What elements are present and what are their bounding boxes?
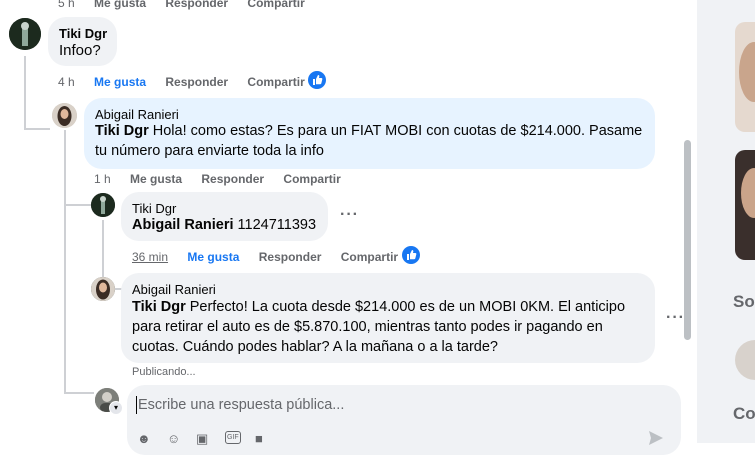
- mention-tag[interactable]: Abigail Ranieri: [132, 217, 234, 233]
- avatar-icon: [91, 277, 115, 301]
- comment-time[interactable]: 36 min: [132, 250, 168, 264]
- like-button[interactable]: Me gusta: [94, 0, 146, 10]
- comment-bubble: Abigail Ranieri Tiki Dgr Hola! como esta…: [84, 98, 655, 169]
- reply-input[interactable]: Escribe una respuesta pública...: [138, 395, 344, 415]
- reply-button[interactable]: Responder: [201, 172, 264, 186]
- like-button[interactable]: Me gusta: [130, 172, 182, 186]
- thread-line: [64, 130, 66, 392]
- reply-button[interactable]: Responder: [165, 75, 228, 89]
- reply-button[interactable]: Responder: [165, 0, 228, 10]
- stickers-icon[interactable]: ■: [255, 431, 263, 446]
- share-button[interactable]: Compartir: [247, 0, 304, 10]
- comment-time[interactable]: 5 h: [58, 0, 75, 10]
- avatar[interactable]: [52, 103, 77, 128]
- comment-time[interactable]: 1 h: [94, 172, 111, 186]
- reply-composer[interactable]: Escribe una respuesta pública... ☻ ☺ ▣ G…: [127, 385, 681, 455]
- like-icon[interactable]: [308, 71, 326, 89]
- thread-line: [64, 392, 94, 394]
- comment-author[interactable]: Abigail Ranieri: [132, 282, 216, 297]
- gif-icon[interactable]: GIF: [225, 431, 241, 444]
- avatar[interactable]: [91, 193, 115, 217]
- text-cursor: [136, 396, 137, 414]
- avatar[interactable]: [91, 277, 115, 301]
- comment-bubble: Tiki Dgr Infoo?: [48, 17, 117, 66]
- thread-line: [64, 204, 92, 206]
- reply-button[interactable]: Responder: [259, 250, 322, 264]
- sidebar-heading: So: [733, 292, 755, 311]
- comment-actions: 1 h Me gusta Responder Compartir: [94, 172, 357, 186]
- composer-toolbar: ☻ ☺ ▣ GIF ■: [137, 431, 297, 451]
- comment-actions: 36 min Me gusta Responder Compartir: [132, 250, 414, 264]
- mention-tag[interactable]: Tiki Dgr: [132, 299, 186, 315]
- emoji-icon[interactable]: ☺: [167, 431, 180, 446]
- sidebar-story-card[interactable]: [735, 22, 755, 132]
- mention-tag[interactable]: Tiki Dgr: [95, 123, 149, 139]
- comment-actions: 4 h Me gusta Responder Compartir: [58, 75, 321, 89]
- send-icon[interactable]: [647, 429, 665, 447]
- share-button[interactable]: Compartir: [341, 250, 398, 264]
- avatar-icon: [52, 103, 77, 128]
- comment-author[interactable]: Tiki Dgr: [59, 26, 107, 41]
- thread-line: [24, 128, 50, 130]
- comment-text: Infoo?: [59, 42, 101, 59]
- like-button[interactable]: Me gusta: [94, 75, 146, 89]
- like-button[interactable]: Me gusta: [187, 250, 239, 264]
- camera-icon[interactable]: ▣: [196, 431, 208, 447]
- comment-time[interactable]: 4 h: [58, 75, 75, 89]
- scrollbar-thumb[interactable]: [684, 140, 691, 340]
- share-button[interactable]: Compartir: [247, 75, 304, 89]
- comment-text: Abigail Ranieri 1124711393: [132, 217, 317, 233]
- more-options-button[interactable]: ···: [340, 206, 359, 224]
- right-sidebar: So Co: [697, 0, 755, 443]
- sidebar-story-card[interactable]: [735, 150, 755, 260]
- like-icon[interactable]: [402, 246, 420, 264]
- share-button[interactable]: Compartir: [283, 172, 340, 186]
- comment-text: Tiki Dgr Hola! como estas? Es para un FI…: [95, 123, 643, 159]
- comment-author[interactable]: Abigail Ranieri: [95, 107, 179, 122]
- avatar-icon: [9, 18, 41, 50]
- comment-actions: 5 h Me gusta Responder Compartir: [58, 0, 321, 10]
- avatar-icon: [91, 193, 115, 217]
- comment-bubble: Tiki Dgr Abigail Ranieri 1124711393: [121, 192, 328, 241]
- avatar-icon[interactable]: ☻: [137, 431, 151, 446]
- avatar[interactable]: [9, 18, 41, 50]
- comment-author[interactable]: Tiki Dgr: [132, 201, 176, 216]
- sidebar-heading: Co: [733, 404, 755, 423]
- avatar[interactable]: [735, 340, 755, 380]
- comment-text: Tiki Dgr Perfecto! La cuota desde $214.0…: [132, 299, 626, 355]
- thread-line: [24, 56, 26, 130]
- comment-bubble: Abigail Ranieri Tiki Dgr Perfecto! La cu…: [121, 273, 655, 363]
- more-options-button[interactable]: ···: [666, 309, 685, 327]
- posting-status: Publicando...: [132, 366, 196, 378]
- chevron-down-icon[interactable]: ▾: [109, 401, 123, 415]
